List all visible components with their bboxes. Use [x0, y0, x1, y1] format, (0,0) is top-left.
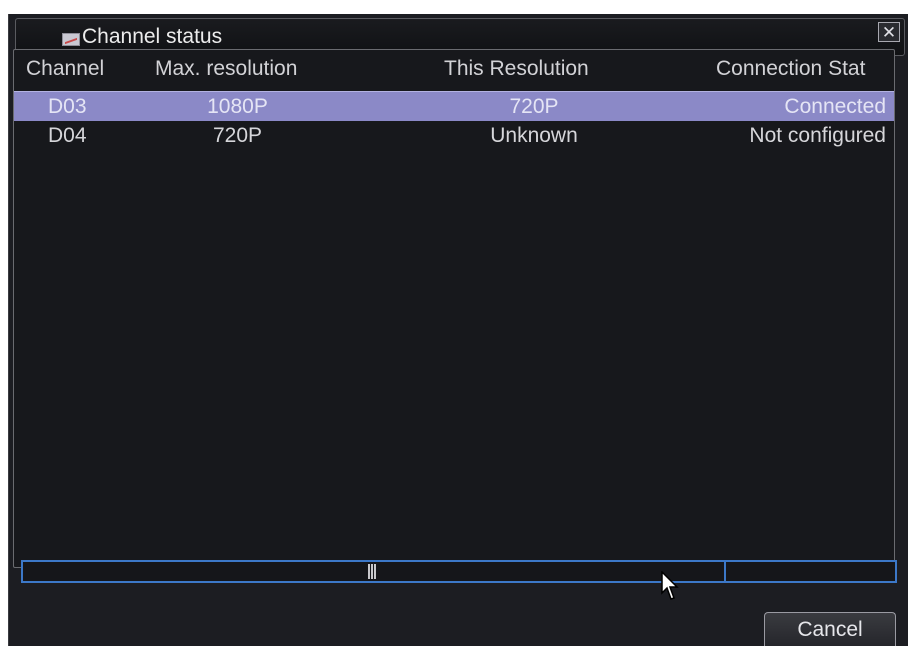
this-resolution-cell: Unknown [490, 124, 578, 147]
cancel-button[interactable]: Cancel [764, 612, 896, 646]
column-header-channel[interactable]: Channel [26, 54, 136, 84]
table-row[interactable]: D04 720P Unknown Not configured [14, 121, 894, 151]
max-resolution-cell: 1080P [207, 95, 268, 118]
column-header-max-resolution[interactable]: Max. resolution [155, 54, 340, 84]
max-resolution-cell: 720P [212, 124, 263, 147]
channel-table: Channel Max. resolution This Resolution … [13, 49, 895, 568]
close-button[interactable]: ✕ [878, 22, 900, 42]
horizontal-scrollbar[interactable] [21, 560, 897, 583]
column-header-connection-status[interactable]: Connection Stat [716, 54, 894, 84]
mouse-pointer-icon [661, 571, 679, 600]
table-header: Channel Max. resolution This Resolution … [14, 54, 894, 84]
channel-cell: D03 [48, 95, 87, 118]
window-title: Channel status [82, 25, 223, 48]
grip-icon[interactable] [368, 564, 376, 579]
this-resolution-cell: 720P [509, 95, 559, 118]
connection-status-cell: Not configured [749, 124, 886, 147]
column-header-this-resolution[interactable]: This Resolution [444, 54, 634, 84]
chart-icon [62, 33, 80, 46]
channel-cell: D04 [48, 124, 87, 147]
table-row[interactable]: D03 1080P 720P Connected [14, 91, 894, 121]
connection-status-cell: Connected [784, 95, 886, 118]
scrollbar-thumb[interactable] [23, 562, 726, 581]
